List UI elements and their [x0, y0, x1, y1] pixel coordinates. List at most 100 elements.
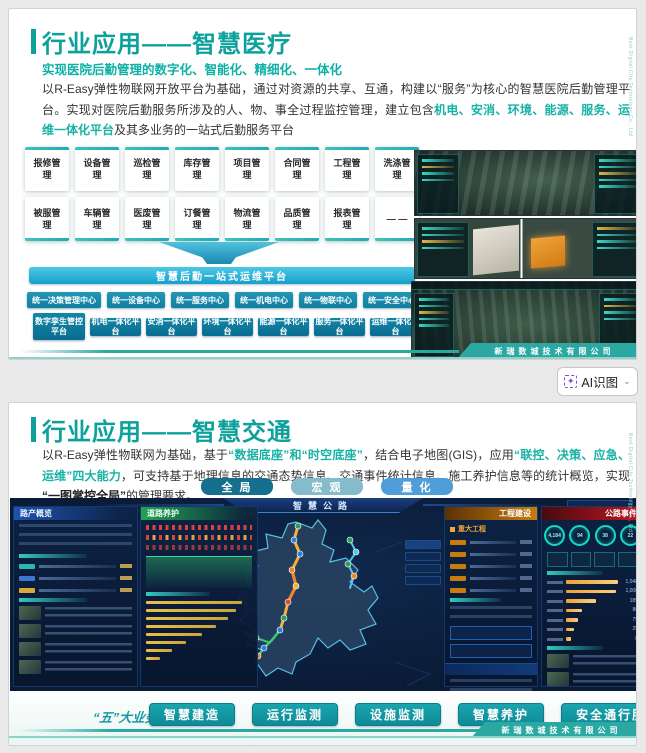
case-item — [19, 606, 132, 620]
title-accent-bar — [31, 417, 36, 442]
module-label: 洗涤管理 — [383, 157, 411, 180]
module-grid: 报修管理 设备管理 巡检管理 库存管理 项目管理 合同管理 工程管理 洗涤管理 … — [25, 147, 419, 241]
hospital-dashboard-screenshot-1 — [414, 150, 636, 216]
ai-button-label: AI识图 — [581, 376, 619, 390]
side-company-text: Best Digital City Technology Co., Ltd — [627, 433, 633, 533]
biz-button-facility-monitoring[interactable]: 设施监测 — [355, 703, 442, 726]
bar-value: 79 — [632, 616, 636, 623]
section-divider — [19, 598, 87, 602]
map-layer-controls[interactable] — [405, 540, 441, 588]
module-label: 订餐管理 — [183, 207, 211, 230]
footer-thin-line — [9, 736, 636, 738]
side-company-text: Best Digital City Technology Co., Ltd — [627, 37, 633, 137]
module-label: 巡检管理 — [133, 157, 161, 180]
smart-highway-dashboard: 智慧公路 路产概览 道路养护 工程建设 重大工程 公路事件 4,184 94 3… — [10, 498, 637, 691]
stat-row — [19, 574, 132, 582]
gauge-value: 4,184 — [544, 525, 566, 546]
module-label: 合同管理 — [283, 157, 311, 180]
view-button-macro[interactable]: 宏 观 — [291, 478, 363, 495]
event-item — [547, 653, 636, 668]
body-seg2: ，结合电子地图(GIS)，应用 — [362, 448, 515, 462]
project-row — [450, 562, 532, 570]
map-layer-toggle[interactable] — [405, 564, 441, 573]
hud-panel — [414, 293, 454, 357]
stat-box — [617, 552, 636, 567]
ai-sparkle-icon: ✦ — [564, 375, 578, 388]
module-cell: 洗涤管理 — [375, 147, 419, 191]
module-label: 项目管理 — [233, 157, 261, 180]
chevron-down-icon[interactable]: ⌄ — [623, 376, 631, 387]
panel-header: 路产概览 — [14, 507, 137, 520]
platform-pill: 能源一体化平台 — [258, 317, 309, 336]
event-bar: 185 — [547, 598, 636, 604]
project-row — [450, 586, 532, 594]
biz-button-construction[interactable]: 智慧建造 — [149, 703, 236, 726]
map-layer-toggle[interactable] — [405, 552, 441, 561]
safety-quality-band — [445, 663, 537, 675]
event-bar: 1,048 — [547, 579, 636, 585]
hbar — [146, 609, 236, 612]
platform-pill: 机电一体化平台 — [90, 317, 141, 336]
dot-series — [146, 525, 252, 530]
module-cell: 订餐管理 — [175, 197, 219, 241]
module-label: 车辆管理 — [83, 207, 111, 230]
section-divider — [547, 645, 603, 650]
case-thumbnail — [19, 606, 41, 620]
module-cell: 车辆管理 — [75, 197, 119, 241]
body-highlight-1: “数据底座”和“时空底座” — [228, 448, 363, 462]
view-button-quantify[interactable]: 量 化 — [381, 478, 453, 495]
module-cell: 设备管理 — [75, 147, 119, 191]
bar-value: 1,008 — [625, 588, 637, 594]
module-label: 品质管理 — [283, 207, 311, 230]
case-thumbnail — [19, 624, 41, 638]
footer-line — [19, 729, 479, 732]
platform-pill: 环境一体化平台 — [202, 317, 253, 336]
stats-rows-decor — [450, 679, 532, 691]
body-seg2: 及其多业务的一站式后勤服务平台 — [114, 123, 295, 138]
module-label: 设备管理 — [83, 157, 111, 180]
stats-rows-decor — [450, 606, 532, 622]
stat-box — [547, 552, 568, 567]
case-list — [19, 606, 132, 674]
module-cell: 报修管理 — [25, 147, 69, 191]
case-thumbnail — [19, 660, 41, 674]
event-stat-boxes — [547, 552, 636, 567]
module-cell: 项目管理 — [225, 147, 269, 191]
center-pill: 统一决策管理中心 — [27, 292, 101, 308]
ai-recognize-button[interactable]: ✦ AI识图 ⌄ — [557, 367, 638, 396]
screenshot-topbar — [412, 282, 636, 290]
project-row — [450, 550, 532, 558]
panel-header: 工程建设 — [445, 507, 537, 520]
gauge-value: 94 — [569, 525, 591, 546]
map-layer-toggle[interactable] — [405, 576, 441, 585]
bar-value: 8 — [635, 636, 636, 642]
hospital-dashboard-screenshot-2 — [414, 218, 636, 279]
module-label: — — — [386, 213, 408, 224]
section-divider — [450, 598, 501, 602]
panel-road-maintenance: 道路养护 — [140, 506, 258, 687]
event-handling-list — [547, 653, 636, 686]
module-cell: 品质管理 — [275, 197, 319, 241]
bullet-icon — [450, 526, 455, 532]
module-label: 报修管理 — [33, 157, 61, 180]
slide-smart-healthcare: 行业应用——智慧医疗 实现医院后勤管理的数字化、智能化、精细化、一体化 以R-E… — [8, 8, 637, 360]
project-row — [450, 538, 532, 546]
page: { "colors": { "brand_teal": "#0ca19b", "… — [0, 0, 646, 753]
map-layer-toggle[interactable] — [405, 540, 441, 549]
section-divider — [19, 554, 87, 558]
white-building — [473, 224, 519, 276]
hbar — [146, 617, 228, 620]
project-row — [450, 574, 532, 582]
traffic-area-chart — [146, 556, 252, 588]
panel-road-assets: 路产概览 — [13, 506, 138, 687]
panel-highway-events: 公路事件 4,184 94 38 22 1,048 1,008 185 86 7… — [541, 506, 637, 687]
module-label: 被服管理 — [33, 207, 61, 230]
view-button-global[interactable]: 全 局 — [201, 478, 273, 495]
hbar — [146, 649, 172, 652]
module-label: 报表管理 — [333, 207, 361, 230]
dot-series — [146, 545, 252, 550]
event-thumbnail — [547, 671, 569, 686]
gauge-value: 38 — [594, 525, 616, 546]
module-cell: 被服管理 — [25, 197, 69, 241]
biz-button-operation-monitoring[interactable]: 运行监测 — [252, 703, 339, 726]
